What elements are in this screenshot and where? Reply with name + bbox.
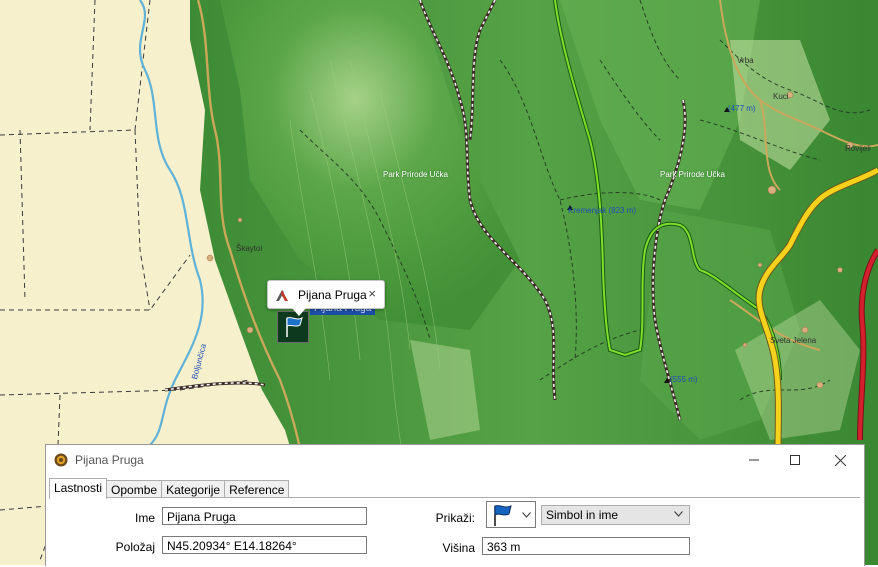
callout-tip xyxy=(292,308,306,316)
blue-flag-icon xyxy=(286,317,303,337)
properties-panel: Ime Pijana Pruga Položaj N45.20934° E14.… xyxy=(49,497,860,567)
waypoint-properties-dialog: Pijana Pruga Lastnosti Opombe Kategorije… xyxy=(45,444,865,567)
visina-field[interactable]: 363 m xyxy=(482,537,690,555)
minimize-icon xyxy=(749,459,759,461)
map-label-park: Park Prirode Učka xyxy=(660,170,725,179)
waypoint-callout[interactable]: Pijana Pruga × xyxy=(267,280,385,316)
map-label-peak: (555 m) xyxy=(670,375,698,384)
callout-name: Pijana Pruga xyxy=(298,287,367,302)
title-bar[interactable]: Pijana Pruga xyxy=(46,445,864,475)
route-edit-icon xyxy=(276,289,288,301)
polozaj-field[interactable]: N45.20934° E14.18264° xyxy=(162,536,367,554)
tab-strip: Lastnosti Opombe Kategorije Reference xyxy=(49,478,290,499)
ime-label: Ime xyxy=(134,511,155,525)
map-label-village: Rovijeli xyxy=(845,144,871,153)
close-icon[interactable]: × xyxy=(368,286,376,301)
prikazi-label: Prikaži: xyxy=(435,511,475,525)
maximize-icon xyxy=(790,455,800,465)
map-label-skaytoi: Škaytoi xyxy=(236,244,263,253)
visina-label: Višina xyxy=(442,541,475,555)
polozaj-label: Položaj xyxy=(115,540,155,554)
ime-field[interactable]: Pijana Pruga xyxy=(162,507,367,525)
app-icon xyxy=(54,453,68,467)
minimize-button[interactable] xyxy=(734,445,774,475)
map-label-park: Park Prirode Učka xyxy=(383,170,448,179)
chevron-down-icon xyxy=(674,511,683,517)
map-label-village: Vrba xyxy=(737,56,754,65)
dialog-title: Pijana Pruga xyxy=(75,453,144,467)
map-label-sveta-jelena: Sveta Jelena xyxy=(770,336,817,345)
display-mode-value: Simbol in ime xyxy=(546,508,619,522)
map-label-village: Kuci xyxy=(773,92,789,101)
chevron-down-icon xyxy=(522,512,531,518)
map-label-peak: Kremenjak (823 m) xyxy=(568,206,637,215)
close-icon xyxy=(834,454,846,466)
map-label-peak: (477 m) xyxy=(728,104,756,113)
tab-lastnosti[interactable]: Lastnosti xyxy=(49,478,108,499)
blue-flag-icon xyxy=(494,505,512,526)
symbol-picker[interactable] xyxy=(486,501,536,528)
display-mode-select[interactable]: Simbol in ime xyxy=(541,505,690,525)
maximize-button[interactable] xyxy=(775,445,815,475)
close-button[interactable] xyxy=(820,445,860,475)
